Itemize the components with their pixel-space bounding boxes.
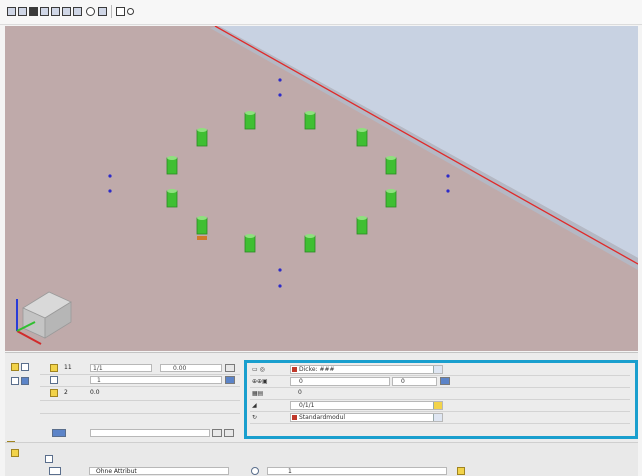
- cylinder-object[interactable]: [385, 189, 397, 208]
- cylinder-object[interactable]: [304, 234, 316, 253]
- attribute-list-icon[interactable]: [49, 467, 61, 475]
- zoom-window-icon[interactable]: [98, 7, 107, 16]
- line-icon[interactable]: [11, 377, 19, 385]
- thickness-field[interactable]: Dicke: ###: [290, 365, 443, 374]
- height-value: 0: [298, 389, 302, 396]
- cylinder-object[interactable]: [385, 156, 397, 175]
- refresh-icon: ↻: [252, 414, 258, 421]
- pointer-icon[interactable]: [127, 8, 134, 15]
- module-row: ↻ Standardmodul: [250, 412, 630, 424]
- monitor-icon[interactable]: [29, 7, 38, 16]
- snap-point[interactable]: [278, 284, 282, 288]
- pen-icon[interactable]: [21, 363, 29, 371]
- thickness-row: ▭ ◎ Dicke: ###: [250, 364, 630, 376]
- checkbox[interactable]: [45, 455, 53, 463]
- row-number: 2: [64, 389, 68, 396]
- value-field[interactable]: 1: [267, 467, 447, 475]
- offset-field[interactable]: 0.00: [160, 364, 222, 372]
- zoom-icon[interactable]: [86, 7, 95, 16]
- options-button[interactable]: [224, 429, 234, 437]
- cylinder-object[interactable]: [166, 156, 178, 175]
- window-icon[interactable]: [18, 7, 27, 16]
- grid-icon[interactable]: [73, 7, 82, 16]
- help-icon[interactable]: [251, 467, 259, 475]
- pan-icon[interactable]: [116, 7, 125, 16]
- offset-icon: ⊕⊕▣: [252, 378, 268, 385]
- weight-icon[interactable]: [50, 389, 58, 397]
- height-icon: ▦▤: [252, 390, 264, 397]
- height-row: ▦▤ 0: [250, 388, 630, 400]
- attribute-field[interactable]: Ohne Attribut: [89, 467, 229, 475]
- offset-row: ⊕⊕▣ 0 0: [250, 376, 630, 388]
- line-style-field[interactable]: 1/1: [90, 364, 152, 372]
- folder-icon[interactable]: [457, 467, 465, 475]
- material-field[interactable]: 0/1/1: [290, 401, 443, 410]
- cylinder-object[interactable]: [244, 111, 256, 130]
- material-row: ◢ 0/1/1: [250, 400, 630, 412]
- browse-button[interactable]: [212, 429, 222, 437]
- row-divider: [40, 386, 240, 387]
- thickness-icon: ▭ ◎: [252, 366, 265, 373]
- layers-icon[interactable]: [40, 7, 49, 16]
- scene-canvas[interactable]: [5, 26, 638, 351]
- layer-button[interactable]: [225, 376, 235, 384]
- cylinder-object[interactable]: [196, 216, 208, 235]
- thickness-marker-icon: [292, 367, 297, 372]
- split-view-icon[interactable]: [62, 7, 71, 16]
- material-icon: ◢: [252, 402, 257, 409]
- pencil-icon[interactable]: [433, 402, 442, 409]
- toolbar-separator: [111, 5, 112, 18]
- snap-point[interactable]: [278, 268, 282, 272]
- snap-point[interactable]: [278, 93, 282, 97]
- module-icon: [292, 415, 297, 420]
- snap-point[interactable]: [108, 174, 112, 178]
- snap-point[interactable]: [446, 189, 450, 193]
- 3d-viewport[interactable]: [5, 26, 638, 351]
- bottom-toolbar: Ohne Attribut 1: [5, 442, 638, 476]
- cylinder-object[interactable]: [356, 128, 368, 147]
- row-divider: [40, 400, 240, 401]
- format-icon[interactable]: [52, 429, 66, 437]
- color-icon[interactable]: [21, 377, 29, 385]
- navigation-cube[interactable]: [22, 291, 72, 339]
- toolbar: [0, 0, 642, 25]
- snap-point[interactable]: [278, 78, 282, 82]
- cylinder-object[interactable]: [304, 111, 316, 130]
- offset-y-field[interactable]: 0: [392, 377, 437, 386]
- cylinder-object[interactable]: [166, 189, 178, 208]
- snap-point[interactable]: [108, 189, 112, 193]
- chevron-down-icon[interactable]: [433, 366, 442, 373]
- cylinder-object[interactable]: [356, 216, 368, 235]
- new-view-icon[interactable]: [7, 7, 16, 16]
- dropdown-button[interactable]: [225, 364, 235, 372]
- weight-value: 0.0: [90, 389, 100, 396]
- chevron-down-icon[interactable]: [433, 414, 442, 421]
- snap-point[interactable]: [446, 174, 450, 178]
- selection-marker: [197, 236, 207, 240]
- layer-field[interactable]: 1: [90, 376, 222, 384]
- cylinder-object[interactable]: [196, 128, 208, 147]
- row-divider: [40, 413, 240, 414]
- pen-color-icon[interactable]: [50, 364, 58, 372]
- cylinder-object[interactable]: [244, 234, 256, 253]
- row-divider: [40, 374, 240, 375]
- row-number: 11: [64, 364, 72, 371]
- attribute-icon[interactable]: [11, 449, 19, 457]
- format-field[interactable]: [90, 429, 210, 437]
- copy-view-icon[interactable]: [51, 7, 60, 16]
- offset-x-field[interactable]: 0: [290, 377, 390, 386]
- module-field[interactable]: Standardmodul: [290, 413, 443, 422]
- link-button[interactable]: [440, 377, 450, 385]
- layer-icon[interactable]: [11, 363, 19, 371]
- checkbox[interactable]: [50, 376, 58, 384]
